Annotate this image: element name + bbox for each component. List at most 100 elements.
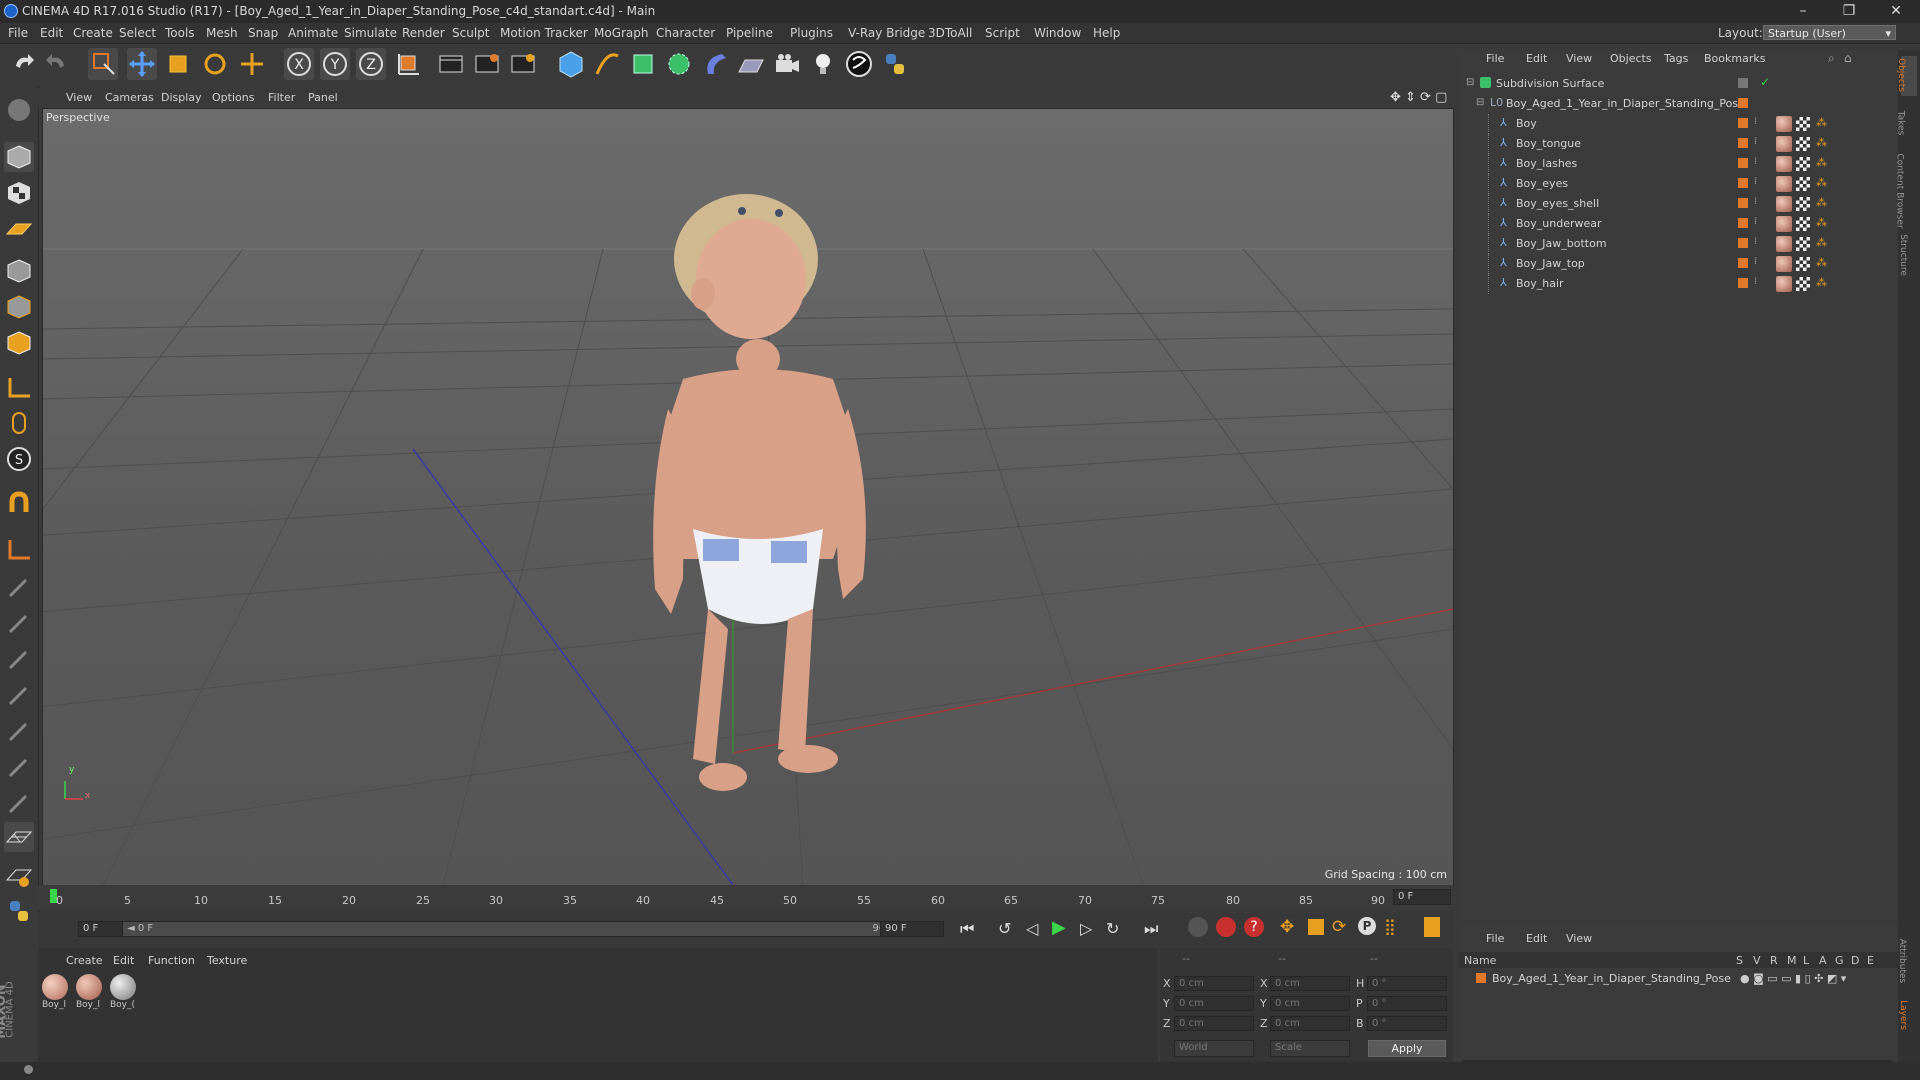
material-menu-function[interactable]: Function [148,954,195,967]
model-mode-icon[interactable] [4,142,34,172]
uvw-tag-icon[interactable] [1796,137,1810,151]
menu-script[interactable]: Script [985,26,1020,40]
menu-tools[interactable]: Tools [165,26,195,40]
rotation-h-field[interactable]: 0 ° [1367,976,1447,991]
layer-menu-edit[interactable]: Edit [1526,932,1547,945]
z-axis-icon[interactable]: Z [356,48,386,80]
visibility-dots-icon[interactable]: ⁞ [1754,196,1757,207]
joint-tool-icon[interactable] [4,534,34,564]
material-tag-icon[interactable] [1776,156,1792,172]
layer-swatch[interactable] [1738,178,1748,188]
position-y-field[interactable]: 0 cm [1174,996,1254,1011]
tweak-mode-icon[interactable] [4,408,34,438]
tab-layers[interactable]: Layers [1898,1000,1908,1030]
tab-content-browser[interactable]: Content Browser [1895,153,1905,228]
grid-snap-icon[interactable] [4,860,34,890]
y-axis-icon[interactable]: Y [320,48,350,80]
menu-simulate[interactable]: Simulate [344,26,397,40]
viewport-menu-display[interactable]: Display [161,91,202,104]
object-row-child[interactable]: ⅄ Boy ⁞ ⁂ [1458,114,1898,134]
axis-mode-icon[interactable] [4,372,34,402]
layout-select[interactable]: Startup (User) ▾ [1763,25,1896,40]
viewport-nav-icons[interactable]: ✥ ⇕ ⟳ ▢ [1390,90,1447,105]
phong-tag-icon[interactable]: ⁂ [1816,136,1827,149]
uvw-tag-icon[interactable] [1796,257,1810,271]
render-picture-viewer-icon[interactable] [472,48,502,80]
material-menu-edit[interactable]: Edit [113,954,134,967]
layer-swatch[interactable] [1738,218,1748,228]
menu-render[interactable]: Render [402,26,445,40]
layer-swatch[interactable] [1738,258,1748,268]
brush-icon-1[interactable] [4,572,34,602]
menu-help[interactable]: Help [1093,26,1120,40]
phong-tag-icon[interactable]: ⁂ [1816,116,1827,129]
object-row-child[interactable]: ⅄ Boy_eyes ⁞ ⁂ [1458,174,1898,194]
visibility-dots-icon[interactable]: ⁞ [1754,116,1757,127]
coordinate-system-icon[interactable] [393,48,423,80]
visibility-dots-icon[interactable]: ⁞ [1754,136,1757,147]
material-tag-icon[interactable] [1776,236,1792,252]
layer-swatch[interactable] [1738,238,1748,248]
rotation-p-field[interactable]: 0 ° [1367,996,1447,1011]
uvw-tag-icon[interactable] [1796,177,1810,191]
points-mode-icon[interactable] [4,256,34,286]
object-row-child[interactable]: ⅄ Boy_lashes ⁞ ⁂ [1458,154,1898,174]
home-icon[interactable]: ⌂ [1844,51,1852,65]
visibility-dots-icon[interactable]: ⁞ [1754,256,1757,267]
maximize-button[interactable]: ❐ [1829,0,1869,23]
layer-color-swatch[interactable] [1476,973,1486,983]
pen-icon[interactable] [592,48,622,80]
layer-swatch[interactable] [1738,118,1748,128]
material-tag-icon[interactable] [1776,256,1792,272]
menu-snap[interactable]: Snap [248,26,278,40]
menu-animate[interactable]: Animate [288,26,338,40]
menu-select[interactable]: Select [119,26,156,40]
cube-icon[interactable] [556,48,586,80]
phong-tag-icon[interactable]: ⁂ [1816,276,1827,289]
object-menu-view[interactable]: View [1566,52,1592,65]
snap-icon[interactable]: S [4,444,34,474]
deformer-icon[interactable] [700,48,730,80]
key-pla-icon[interactable]: ⣿ [1384,917,1396,936]
make-editable-icon[interactable] [4,95,34,125]
material-tag-icon[interactable] [1776,276,1792,292]
brush-icon-4[interactable] [4,680,34,710]
menu-window[interactable]: Window [1034,26,1081,40]
menu-pipeline[interactable]: Pipeline [726,26,773,40]
workplane-icon[interactable] [4,214,34,244]
render-view-icon[interactable] [436,48,466,80]
material-tag-icon[interactable] [1776,196,1792,212]
phong-tag-icon[interactable]: ⁂ [1816,216,1827,229]
timeline-layout-icon[interactable] [1424,917,1440,937]
menu-create[interactable]: Create [73,26,113,40]
edges-mode-icon[interactable] [4,292,34,322]
material-swatch[interactable]: Boy_l [76,974,106,1014]
collapse-icon[interactable]: ⊟ [1466,77,1474,88]
brush-icon-6[interactable] [4,752,34,782]
size-z-field[interactable]: 0 cm [1270,1016,1350,1031]
object-row-child[interactable]: ⅄ Boy_eyes_shell ⁞ ⁂ [1458,194,1898,214]
object-row-child[interactable]: ⅄ Boy_tongue ⁞ ⁂ [1458,134,1898,154]
uvw-tag-icon[interactable] [1796,197,1810,211]
phong-tag-icon[interactable]: ⁂ [1816,176,1827,189]
keyframe-selection-icon[interactable]: ? [1244,917,1264,937]
visibility-dots-icon[interactable]: ⁞ [1754,236,1757,247]
menu-3dtoall[interactable]: 3DToAll [928,26,972,40]
object-menu-tags[interactable]: Tags [1664,52,1688,65]
cloner-icon[interactable] [664,48,694,80]
phong-tag-icon[interactable]: ⁂ [1816,236,1827,249]
menu-vray-bridge[interactable]: V-Ray Bridge [848,26,925,40]
scale-icon[interactable] [164,48,194,80]
layer-row[interactable]: Boy_Aged_1_Year_in_Diaper_Standing_Pose … [1458,970,1898,988]
object-menu-file[interactable]: File [1486,52,1504,65]
transform-icon[interactable] [237,48,267,80]
vray-icon[interactable] [844,48,874,80]
redo-icon[interactable] [42,48,72,80]
material-menu-texture[interactable]: Texture [207,954,247,967]
viewport-menu-view[interactable]: View [66,91,92,104]
visibility-dots-icon[interactable]: ⁞ [1754,176,1757,187]
tab-structure[interactable]: Structure [1898,234,1908,276]
current-frame-field[interactable]: 0 F [1393,889,1451,905]
menu-plugins[interactable]: Plugins [790,26,833,40]
camera-icon[interactable] [772,48,802,80]
